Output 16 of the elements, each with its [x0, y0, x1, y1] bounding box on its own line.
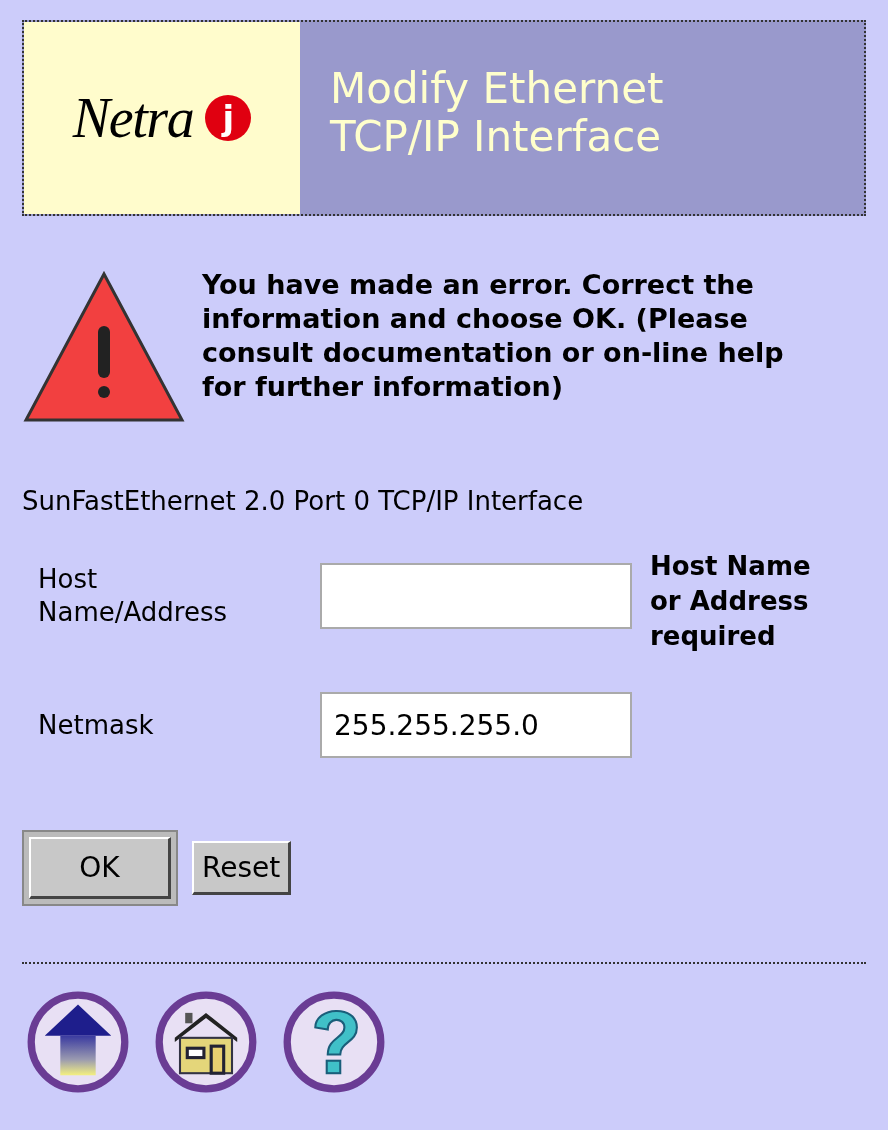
validation-message: Host Name or Address required [650, 550, 812, 653]
page-title: Modify Ethernet [330, 65, 664, 113]
field-label: Host Name/Address [38, 563, 228, 629]
interface-name: SunFastEthernet 2.0 Port 0 TCP/IP Interface [22, 485, 585, 518]
help-icon[interactable] [282, 990, 386, 1094]
home-icon[interactable] [154, 990, 258, 1094]
input-field[interactable]: 255.255.255.0 [320, 692, 632, 758]
error-message: You have made an error. Correct the information and choose OK. (Please consult documentation or on-line help for further information) [202, 268, 785, 404]
page-title: TCP/IP Interface [330, 113, 663, 161]
input-field[interactable] [320, 563, 632, 629]
logo-badge: j [205, 95, 252, 141]
warning-icon [22, 270, 186, 424]
ok-button[interactable]: OK [29, 837, 171, 899]
reset-button[interactable]: Reset [192, 841, 292, 895]
field-label: Netmask [38, 708, 155, 742]
logo: Netra [72, 86, 194, 151]
